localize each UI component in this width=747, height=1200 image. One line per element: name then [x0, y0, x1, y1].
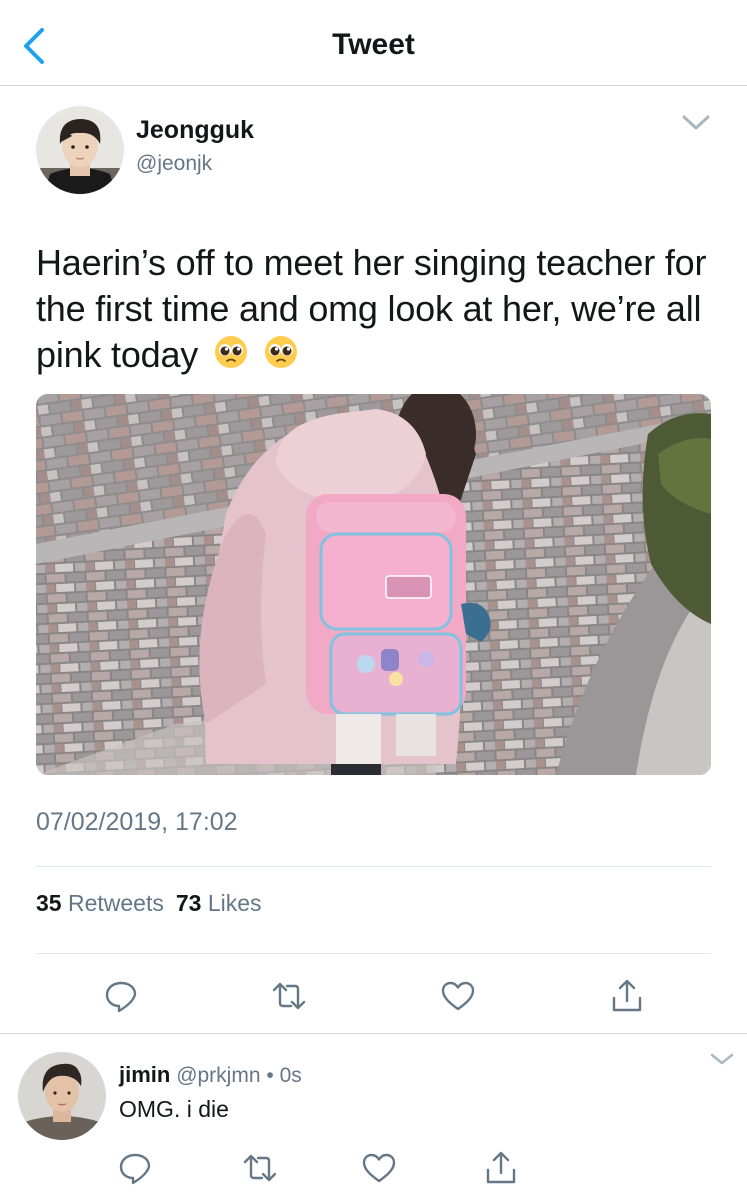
reply-tweet[interactable]: jimin @prkjmn • 0s OMG. i die	[0, 1034, 747, 1200]
reply-time: 0s	[279, 1064, 302, 1087]
retweet-icon	[243, 1154, 277, 1182]
author-handle[interactable]: @jeonjk	[136, 152, 212, 176]
retweets-stat[interactable]: 35 Retweets	[36, 890, 164, 916]
page-title: Tweet	[332, 28, 415, 61]
divider	[36, 953, 711, 954]
chevron-down-icon	[710, 1053, 734, 1065]
pleading-face-emoji	[214, 334, 248, 380]
reply-options-button[interactable]	[708, 1050, 736, 1068]
retweets-label: Retweets	[67, 890, 164, 916]
author-avatar[interactable]	[36, 106, 124, 194]
likes-label: Likes	[207, 890, 262, 916]
tweet-timestamp: 07/02/2019, 17:02	[36, 808, 238, 836]
reply-retweet-button[interactable]	[242, 1150, 278, 1186]
reply-author-name[interactable]: jimin	[119, 1062, 170, 1087]
reply-like-button[interactable]	[361, 1150, 397, 1186]
tweet-actions	[36, 978, 711, 1018]
reply-button[interactable]	[103, 978, 139, 1014]
divider	[36, 866, 711, 867]
tweet-author: Jeongguk @jeonjk	[36, 106, 711, 196]
tweet-photo[interactable]	[36, 394, 711, 775]
reply-actions	[0, 1150, 747, 1190]
tweet-text: Haerin’s off to meet her singing teacher…	[36, 240, 716, 380]
share-icon	[486, 1151, 516, 1184]
like-button[interactable]	[440, 978, 476, 1014]
tweet-options-button[interactable]	[680, 112, 712, 134]
reply-header: jimin @prkjmn • 0s	[119, 1062, 302, 1088]
pleading-face-emoji	[264, 334, 298, 380]
reply-text: OMG. i die	[119, 1096, 229, 1122]
likes-count: 73	[175, 890, 202, 916]
reply-share-button[interactable]	[483, 1150, 519, 1186]
retweet-icon	[272, 982, 306, 1010]
heart-icon	[362, 1153, 396, 1183]
retweets-count: 35	[36, 890, 62, 916]
reply-reply-button[interactable]	[117, 1150, 153, 1186]
author-name[interactable]: Jeongguk	[136, 116, 254, 145]
likes-stat[interactable]: 73 Likes	[176, 890, 262, 916]
share-icon	[612, 979, 642, 1012]
reply-author-avatar[interactable]	[18, 1052, 106, 1140]
chevron-down-icon	[682, 115, 710, 130]
retweet-button[interactable]	[271, 978, 307, 1014]
reply-author-handle[interactable]: @prkjmn	[176, 1064, 260, 1087]
tweet-stats: 35 Retweets 73 Likes	[36, 890, 262, 917]
tweet-body: Haerin’s off to meet her singing teacher…	[36, 242, 707, 375]
share-button[interactable]	[609, 978, 645, 1014]
reply-icon	[105, 981, 137, 1013]
heart-icon	[441, 981, 475, 1011]
reply-icon	[119, 1153, 151, 1185]
separator-dot: •	[266, 1064, 274, 1087]
top-navigation-bar: Tweet	[0, 0, 747, 86]
